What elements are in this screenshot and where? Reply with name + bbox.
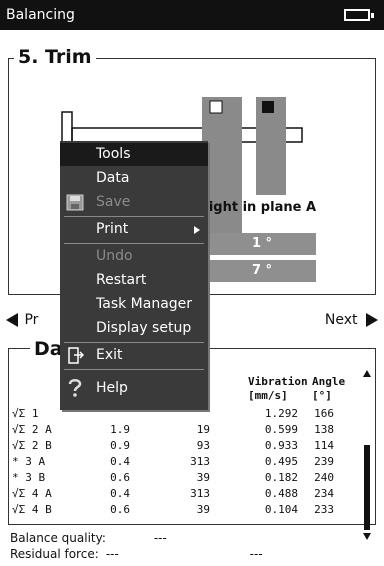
plane-b-rotor bbox=[256, 97, 286, 195]
meas-cell: √Σ 1 bbox=[12, 407, 39, 420]
meas-cell: * 3 B bbox=[12, 471, 46, 484]
angle-header: Angle bbox=[312, 375, 346, 388]
plane-a-heading: eight in plane A bbox=[200, 200, 317, 215]
menu-item-data[interactable]: Data bbox=[60, 167, 208, 190]
menu-item-undo[interactable]: Undo bbox=[60, 245, 208, 268]
menu-item-label: Display setup bbox=[96, 320, 192, 336]
weight-cell: 1.9 bbox=[110, 423, 130, 436]
menu-item-help[interactable]: Help bbox=[60, 375, 208, 401]
prev-label: Pr bbox=[24, 312, 39, 328]
table-row[interactable]: √Σ 4 B 0.6 39 0.104 233 bbox=[12, 502, 352, 518]
menu-separator bbox=[64, 369, 204, 370]
residual-force-value-a: --- bbox=[105, 547, 119, 561]
submenu-arrow-icon bbox=[194, 226, 200, 234]
meas-cell: * 3 A bbox=[12, 455, 46, 468]
arrow-left-icon bbox=[6, 313, 18, 327]
scroll-up-icon[interactable] bbox=[363, 370, 371, 377]
plane-a-rotor bbox=[202, 97, 242, 237]
meas-cell: √Σ 4 B bbox=[12, 503, 52, 516]
menu-item-label: Print bbox=[96, 221, 129, 237]
angle-cell: 39 bbox=[196, 503, 210, 516]
scroll-thumb[interactable] bbox=[364, 445, 370, 530]
correction-value-2: 7 ° bbox=[208, 260, 316, 282]
phase-cell: 239 bbox=[314, 455, 334, 468]
correction-value-1: 1 ° bbox=[208, 233, 316, 255]
menu-item-label: Save bbox=[96, 194, 131, 210]
context-menu: Tools Data Save Print Undo Restart Task … bbox=[60, 141, 208, 410]
vibration-cell: 0.933 bbox=[264, 439, 298, 452]
next-label: Next bbox=[324, 312, 358, 328]
meas-cell: √Σ 2 A bbox=[12, 423, 52, 436]
angle-cell: 313 bbox=[190, 487, 210, 500]
scroll-down-icon[interactable] bbox=[363, 533, 371, 540]
phase-cell: 234 bbox=[314, 487, 334, 500]
menu-item-task-manager[interactable]: Task Manager bbox=[60, 293, 208, 316]
angle-cell: 313 bbox=[190, 455, 210, 468]
vibration-unit: [mm/s] bbox=[248, 389, 288, 402]
weight-cell: 0.4 bbox=[110, 487, 130, 500]
angle-unit: [°] bbox=[312, 389, 332, 402]
menu-item-label: Exit bbox=[96, 347, 123, 363]
menu-item-display-setup[interactable]: Display setup bbox=[60, 317, 208, 340]
menu-item-label: Tools bbox=[96, 146, 131, 162]
vibration-cell: 1.292 bbox=[264, 407, 298, 420]
arrow-right-icon bbox=[366, 313, 378, 327]
phase-cell: 233 bbox=[314, 503, 334, 516]
table-row[interactable]: * 3 B 0.6 39 0.182 240 bbox=[12, 470, 352, 486]
menu-separator bbox=[64, 216, 204, 217]
menu-item-save[interactable]: Save bbox=[60, 191, 208, 214]
vibration-cell: 0.104 bbox=[264, 503, 298, 516]
weight-cell: 0.9 bbox=[110, 439, 130, 452]
balance-quality-value: --- bbox=[153, 531, 167, 545]
menu-item-label: Undo bbox=[96, 248, 133, 264]
weight-cell: 0.6 bbox=[110, 471, 130, 484]
menu-item-label: Help bbox=[96, 380, 128, 396]
phase-cell: 166 bbox=[314, 407, 334, 420]
phase-cell: 114 bbox=[314, 439, 334, 452]
weight-cell: 0.6 bbox=[110, 503, 130, 516]
next-button[interactable]: Next bbox=[325, 312, 378, 328]
residual-force-value-b: --- bbox=[249, 547, 263, 561]
residual-force-label: Residual force: bbox=[10, 547, 99, 561]
table-row[interactable]: √Σ 2 B 0.9 93 0.933 114 bbox=[12, 438, 352, 454]
menu-item-print[interactable]: Print bbox=[60, 218, 208, 241]
help-question-icon bbox=[68, 379, 82, 397]
phase-cell: 138 bbox=[314, 423, 334, 436]
prev-button[interactable]: Pr bbox=[6, 312, 38, 328]
exit-door-icon bbox=[68, 347, 84, 364]
menu-item-tools[interactable]: Tools bbox=[60, 143, 208, 166]
table-row[interactable]: * 3 A 0.4 313 0.495 239 bbox=[12, 454, 352, 470]
menu-item-exit[interactable]: Exit bbox=[60, 344, 208, 367]
meas-cell: √Σ 4 A bbox=[12, 487, 52, 500]
menu-item-restart[interactable]: Restart bbox=[60, 269, 208, 292]
table-scrollbar[interactable] bbox=[362, 370, 372, 540]
menu-item-label: Data bbox=[96, 170, 130, 186]
vibration-cell: 0.488 bbox=[264, 487, 298, 500]
floppy-disk-icon bbox=[66, 194, 84, 211]
menu-separator bbox=[64, 243, 204, 244]
vibration-cell: 0.599 bbox=[264, 423, 298, 436]
weight-cell: 0.4 bbox=[110, 455, 130, 468]
vibration-header: Vibration bbox=[248, 375, 308, 388]
table-row[interactable]: √Σ 4 A 0.4 313 0.488 234 bbox=[12, 486, 352, 502]
menu-item-label: Task Manager bbox=[96, 296, 193, 312]
phase-cell: 240 bbox=[314, 471, 334, 484]
meas-cell: √Σ 2 B bbox=[12, 439, 52, 452]
balance-quality-label: Balance quality: bbox=[10, 531, 106, 545]
vibration-cell: 0.182 bbox=[264, 471, 298, 484]
table-row[interactable]: √Σ 2 A 1.9 19 0.599 138 bbox=[12, 422, 352, 438]
angle-cell: 93 bbox=[196, 439, 210, 452]
results-footer: Balance quality: --- Residual force: ---… bbox=[10, 530, 263, 562]
angle-cell: 39 bbox=[196, 471, 210, 484]
menu-separator bbox=[64, 342, 204, 343]
menu-item-label: Restart bbox=[96, 272, 147, 288]
angle-cell: 19 bbox=[196, 423, 210, 436]
vibration-cell: 0.495 bbox=[264, 455, 298, 468]
